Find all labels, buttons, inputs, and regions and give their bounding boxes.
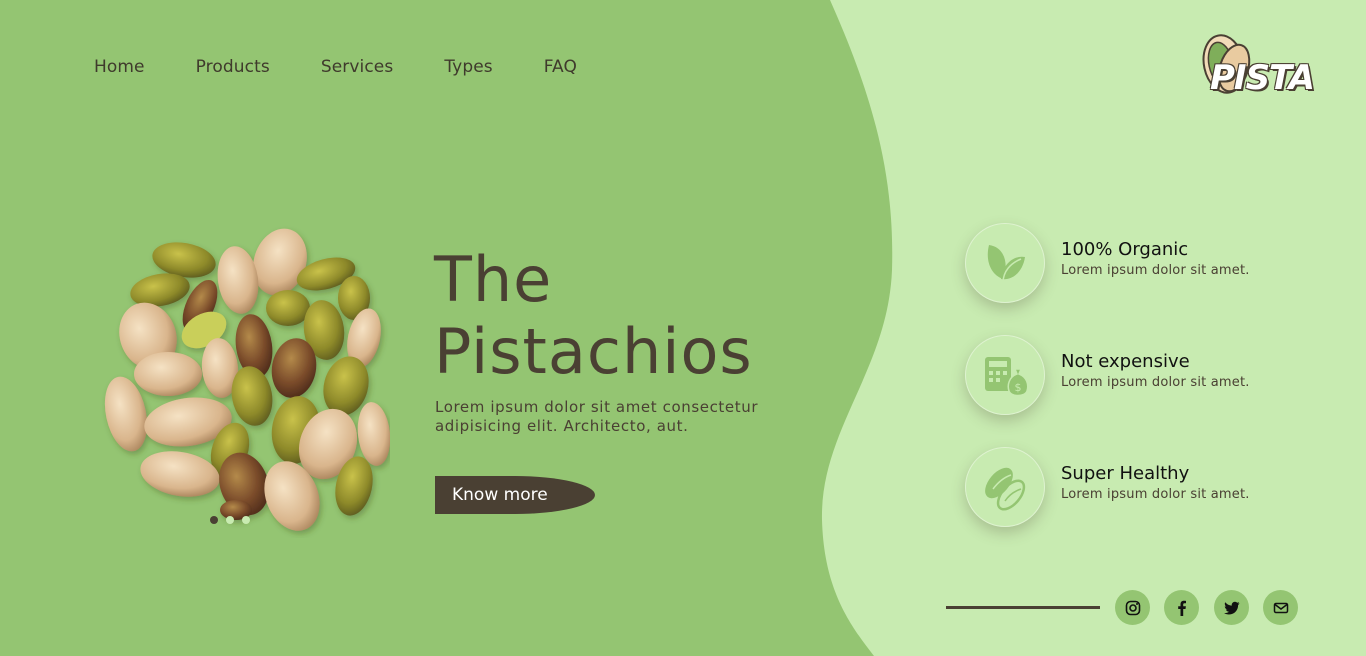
feature-desc: Lorem ipsum dolor sit amet. [1061,263,1250,278]
leaf-icon [987,245,1025,284]
facebook-button[interactable] [1164,590,1199,625]
hero-desc-line2: adipisicing elit. Architecto, aut. [435,417,689,435]
mail-button[interactable] [1263,590,1298,625]
carousel-dot-3[interactable] [242,516,250,524]
twitter-button[interactable] [1214,590,1249,625]
nav-products[interactable]: Products [196,57,270,77]
feature-icon-circle: $ [965,335,1045,415]
social-divider [946,606,1100,609]
pistachio-icon [985,467,1026,511]
feature-icon-circle [965,223,1045,303]
carousel-dots [210,516,250,524]
pistachios-image [104,228,390,531]
feature-title: 100% Organic [1061,239,1189,260]
main-nav: Home Products Services Types FAQ [94,57,577,77]
logo-text: PISTA [1210,58,1315,98]
feature-healthy: Super Healthy Lorem ipsum dolor sit amet… [965,447,1305,527]
carousel-dot-1[interactable] [210,516,218,524]
feature-organic: 100% Organic Lorem ipsum dolor sit amet. [965,223,1305,303]
feature-title: Not expensive [1061,351,1190,372]
svg-text:$: $ [1015,381,1022,394]
carousel-dot-2[interactable] [226,516,234,524]
feature-title: Super Healthy [1061,463,1190,484]
feature-desc: Lorem ipsum dolor sit amet. [1061,375,1250,390]
hero-title: The Pistachios [434,244,753,388]
hero-desc-line1: Lorem ipsum dolor sit amet consectetur [435,398,759,416]
hero-title-line1: The [434,243,553,316]
feature-price: $ Not expensive Lorem ipsum dolor sit am… [965,335,1305,415]
nav-services[interactable]: Services [321,57,394,77]
nav-faq[interactable]: FAQ [544,57,577,77]
mail-icon [1273,602,1288,613]
instagram-button[interactable] [1115,590,1150,625]
feature-desc: Lorem ipsum dolor sit amet. [1061,487,1250,502]
nav-types[interactable]: Types [444,57,492,77]
money-icon: $ [985,357,1029,397]
nav-home[interactable]: Home [94,57,145,77]
hero-description: Lorem ipsum dolor sit amet consectetur a… [435,398,795,436]
brand-logo[interactable]: PISTA [1198,34,1315,106]
instagram-icon [1125,600,1140,615]
know-more-button[interactable]: Know more [435,476,595,514]
feature-icon-circle [965,447,1045,527]
twitter-icon [1223,601,1239,614]
facebook-icon [1177,600,1186,616]
hero-title-line2: Pistachios [434,315,753,388]
